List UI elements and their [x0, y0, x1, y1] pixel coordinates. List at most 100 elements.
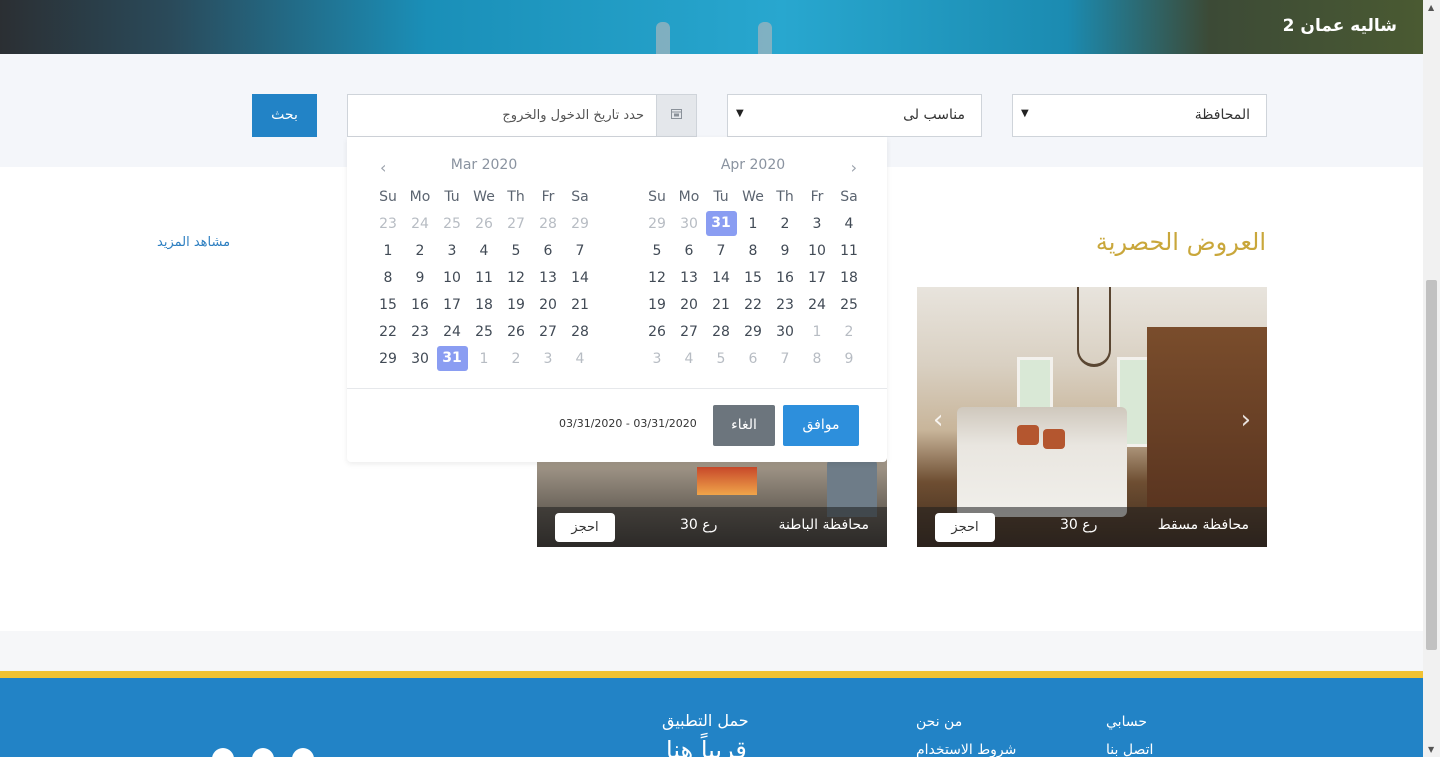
calendar-day[interactable]: 7 [705, 237, 737, 264]
calendar-day[interactable]: 17 [436, 291, 468, 318]
calendar-day[interactable]: 6 [737, 345, 769, 372]
calendar-day[interactable]: 29 [372, 345, 404, 372]
calendar-day[interactable]: 30 [404, 345, 436, 372]
social-icon[interactable] [212, 748, 234, 757]
calendar-day[interactable]: 8 [737, 237, 769, 264]
calendar-day[interactable]: 28 [532, 210, 564, 237]
date-range-input[interactable]: حدد تاريخ الدخول والخروج [347, 94, 697, 137]
calendar-day[interactable]: 12 [500, 264, 532, 291]
calendar-day[interactable]: 3 [532, 345, 564, 372]
social-icon[interactable] [252, 748, 274, 757]
see-more-link[interactable]: مشاهد المزيد [157, 235, 230, 250]
carousel-prev-icon[interactable]: ‹ [933, 405, 943, 435]
calendar-day[interactable]: 18 [833, 264, 865, 291]
calendar-day[interactable]: 23 [372, 210, 404, 237]
calendar-day[interactable]: 8 [372, 264, 404, 291]
prev-month-icon[interactable]: ‹ [380, 158, 386, 177]
calendar-day[interactable]: 1 [737, 210, 769, 237]
book-button[interactable]: احجز [555, 513, 615, 542]
calendar-day[interactable]: 25 [468, 318, 500, 345]
calendar-day[interactable]: 10 [436, 264, 468, 291]
calendar-day[interactable]: 30 [769, 318, 801, 345]
calendar-day[interactable]: 30 [673, 210, 705, 237]
scroll-up-icon[interactable]: ▲ [1428, 3, 1434, 12]
calendar-day[interactable]: 2 [769, 210, 801, 237]
calendar-day[interactable]: 17 [801, 264, 833, 291]
scroll-down-icon[interactable]: ▼ [1428, 745, 1434, 754]
calendar-day[interactable]: 14 [705, 264, 737, 291]
calendar-day[interactable]: 27 [500, 210, 532, 237]
calendar-day[interactable]: 4 [468, 237, 500, 264]
calendar-day[interactable]: 5 [641, 237, 673, 264]
calendar-day[interactable]: 29 [737, 318, 769, 345]
offer-card[interactable]: ‹ › محافظة مسقط 30 رع احجز [917, 287, 1267, 547]
calendar-day[interactable]: 15 [372, 291, 404, 318]
calendar-day[interactable]: 24 [801, 291, 833, 318]
calendar-day[interactable]: 23 [769, 291, 801, 318]
calendar-day[interactable]: 28 [705, 318, 737, 345]
calendar-day[interactable]: 8 [801, 345, 833, 372]
calendar-day[interactable]: 16 [404, 291, 436, 318]
calendar-day[interactable]: 2 [404, 237, 436, 264]
book-button[interactable]: احجز [935, 513, 995, 542]
calendar-day[interactable]: 20 [673, 291, 705, 318]
calendar-day[interactable]: 6 [532, 237, 564, 264]
calendar-day[interactable]: 22 [372, 318, 404, 345]
calendar-day[interactable]: 7 [769, 345, 801, 372]
calendar-day[interactable]: 4 [673, 345, 705, 372]
calendar-day[interactable]: 26 [468, 210, 500, 237]
cancel-button[interactable]: الغاء [713, 405, 775, 446]
calendar-day[interactable]: 4 [833, 210, 865, 237]
calendar-day[interactable]: 2 [833, 318, 865, 345]
calendar-day[interactable]: 24 [436, 318, 468, 345]
calendar-day[interactable]: 27 [532, 318, 564, 345]
calendar-day[interactable]: 28 [564, 318, 596, 345]
calendar-day[interactable]: 9 [833, 345, 865, 372]
calendar-day[interactable]: 9 [404, 264, 436, 291]
calendar-day[interactable]: 7 [564, 237, 596, 264]
calendar-day[interactable]: 22 [737, 291, 769, 318]
calendar-day-selected[interactable]: 31 [705, 210, 737, 237]
calendar-day[interactable]: 19 [500, 291, 532, 318]
scrollbar-thumb[interactable] [1426, 280, 1437, 650]
calendar-day[interactable]: 3 [801, 210, 833, 237]
footer-link-about[interactable]: من نحن [916, 714, 962, 730]
footer-link-contact[interactable]: اتصل بنا [1106, 742, 1153, 757]
calendar-day[interactable]: 21 [564, 291, 596, 318]
calendar-day[interactable]: 25 [833, 291, 865, 318]
calendar-day[interactable]: 27 [673, 318, 705, 345]
calendar-day[interactable]: 12 [641, 264, 673, 291]
province-select[interactable]: المحافظة ▼ [1012, 94, 1267, 137]
footer-link-terms[interactable]: شروط الاستخدام [916, 742, 1016, 757]
apply-button[interactable]: موافق [783, 405, 859, 446]
calendar-day[interactable]: 9 [769, 237, 801, 264]
calendar-day[interactable]: 13 [532, 264, 564, 291]
calendar-day[interactable]: 4 [564, 345, 596, 372]
calendar-day[interactable]: 18 [468, 291, 500, 318]
social-icon[interactable] [292, 748, 314, 757]
calendar-day-selected[interactable]: 31 [436, 345, 468, 372]
calendar-day[interactable]: 3 [641, 345, 673, 372]
calendar-day[interactable]: 5 [500, 237, 532, 264]
calendar-day[interactable]: 14 [564, 264, 596, 291]
calendar-day[interactable]: 1 [468, 345, 500, 372]
calendar-day[interactable]: 16 [769, 264, 801, 291]
footer-link-account[interactable]: حسابي [1106, 714, 1147, 730]
calendar-day[interactable]: 25 [436, 210, 468, 237]
calendar-day[interactable]: 15 [737, 264, 769, 291]
calendar-icon[interactable] [656, 95, 696, 136]
calendar-day[interactable]: 1 [801, 318, 833, 345]
calendar-day[interactable]: 23 [404, 318, 436, 345]
calendar-day[interactable]: 29 [564, 210, 596, 237]
calendar-day[interactable]: 6 [673, 237, 705, 264]
calendar-day[interactable]: 3 [436, 237, 468, 264]
calendar-day[interactable]: 10 [801, 237, 833, 264]
carousel-next-icon[interactable]: › [1241, 405, 1251, 435]
calendar-day[interactable]: 20 [532, 291, 564, 318]
scrollbar[interactable]: ▲ ▼ [1423, 0, 1440, 757]
calendar-day[interactable]: 1 [372, 237, 404, 264]
search-button[interactable]: بحث [252, 94, 317, 137]
calendar-day[interactable]: 5 [705, 345, 737, 372]
calendar-day[interactable]: 19 [641, 291, 673, 318]
calendar-day[interactable]: 26 [500, 318, 532, 345]
